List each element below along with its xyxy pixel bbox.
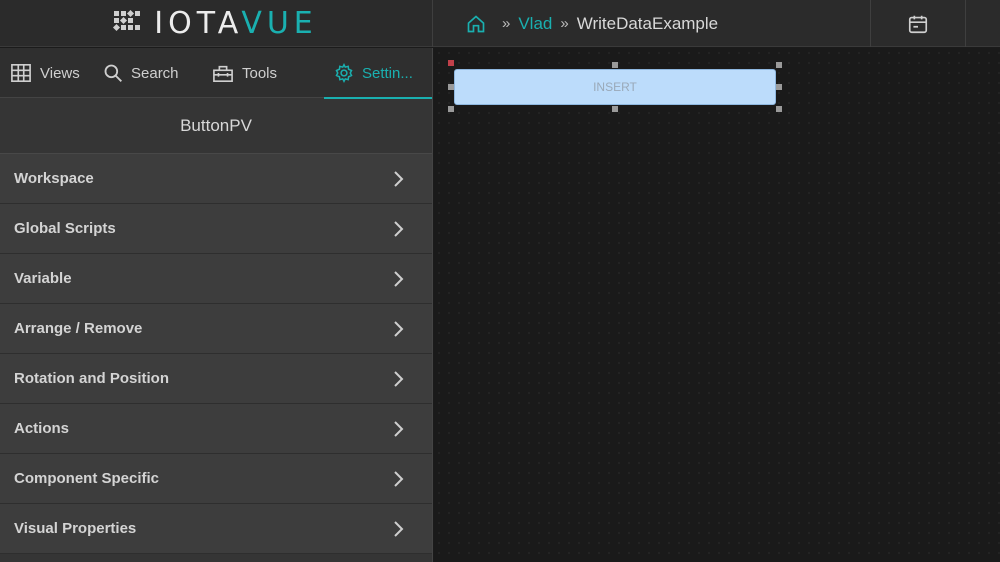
menu-item-variable[interactable]: Variable [0, 254, 432, 304]
menu-item-label: Variable [14, 270, 72, 287]
breadcrumb-separator: » [502, 15, 511, 32]
menu-item-global-scripts[interactable]: Global Scripts [0, 204, 432, 254]
tab-search[interactable]: Search [93, 48, 202, 98]
logo-text-accent: VUE [241, 6, 318, 41]
selected-component[interactable]: INSERT [448, 60, 782, 112]
chevron-right-icon [394, 370, 404, 387]
breadcrumb-current: WriteDataExample [576, 13, 719, 33]
resize-handle[interactable] [776, 106, 782, 112]
calendar-button[interactable] [871, 0, 965, 47]
chevron-right-icon [394, 320, 404, 337]
chevron-right-icon [394, 170, 404, 187]
menu-item-visual-properties[interactable]: Visual Properties [0, 504, 432, 554]
chevron-right-icon [394, 470, 404, 487]
menu-item-label: Rotation and Position [14, 370, 169, 387]
search-icon [104, 64, 122, 82]
chevron-right-icon [394, 420, 404, 437]
breadcrumb-parent-link[interactable]: Vlad [518, 14, 552, 34]
resize-handle[interactable] [448, 84, 454, 90]
top-bar: IOTAVUE » Vlad » WriteDataExample [0, 0, 1000, 47]
tab-label: Views [40, 64, 80, 82]
menu-item-label: Component Specific [14, 470, 160, 487]
rotate-handle[interactable] [448, 60, 454, 66]
tab-tools[interactable]: Tools [202, 48, 324, 98]
menu-item-component-specific[interactable]: Component Specific [0, 454, 432, 504]
menu-item-rotation-position[interactable]: Rotation and Position [0, 354, 432, 404]
panel-title: ButtonPV [0, 98, 432, 154]
sidebar: Views Search Tools Settin... ButtonPV Wo… [0, 48, 433, 562]
app-logo: IOTAVUE [0, 0, 432, 47]
chevron-right-icon [394, 520, 404, 537]
sidebar-tabs: Views Search Tools Settin... [0, 48, 432, 99]
menu-item-label: Visual Properties [14, 520, 137, 537]
resize-handle[interactable] [612, 106, 618, 112]
toolbox-icon [213, 65, 233, 82]
design-canvas[interactable]: INSERT [434, 48, 1000, 562]
menu-item-label: Arrange / Remove [14, 320, 143, 337]
grid-icon [11, 64, 31, 82]
calendar-icon [908, 15, 928, 33]
resize-handle[interactable] [776, 84, 782, 90]
resize-handle[interactable] [612, 62, 618, 68]
tab-views[interactable]: Views [0, 48, 93, 98]
menu-item-label: Global Scripts [14, 220, 116, 237]
logo-text-primary: IOTA [154, 6, 242, 41]
menu-item-actions[interactable]: Actions [0, 404, 432, 454]
breadcrumb: » Vlad » WriteDataExample [466, 0, 718, 47]
gear-icon [335, 63, 353, 83]
tab-label: Tools [242, 64, 278, 82]
tab-label: Search [131, 64, 179, 82]
tab-label: Settin... [362, 64, 413, 82]
menu-item-workspace[interactable]: Workspace [0, 154, 432, 204]
header-divider [965, 0, 966, 47]
header-divider [432, 0, 433, 47]
resize-handle[interactable] [448, 106, 454, 112]
menu-item-arrange-remove[interactable]: Arrange / Remove [0, 304, 432, 354]
menu-item-label: Actions [14, 420, 70, 437]
resize-handle[interactable] [776, 62, 782, 68]
chevron-right-icon [394, 220, 404, 237]
chevron-right-icon [394, 270, 404, 287]
logo-mark-icon [113, 9, 141, 37]
insert-button[interactable]: INSERT [454, 69, 776, 105]
breadcrumb-separator: » [560, 15, 569, 32]
tab-settings[interactable]: Settin... [324, 48, 432, 99]
menu-item-label: Workspace [14, 170, 94, 187]
home-icon[interactable] [466, 14, 486, 34]
